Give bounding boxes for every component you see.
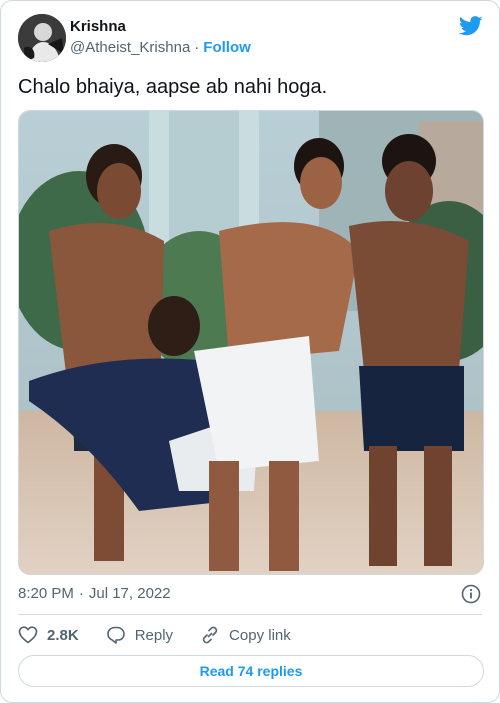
author-handle-row: @Atheist_Krishna · Follow — [70, 39, 251, 56]
info-icon[interactable] — [461, 584, 481, 604]
reply-button[interactable]: Reply — [106, 625, 173, 645]
tweet-time: 8:20 PM — [18, 585, 74, 602]
like-count: 2.8K — [47, 626, 79, 644]
tweet-card: Krishna @Atheist_Krishna · Follow Chalo bh… — [0, 0, 500, 703]
avatar[interactable] — [18, 14, 66, 62]
tweet-date: Jul 17, 2022 — [88, 585, 171, 602]
read-replies-button[interactable]: Read 74 replies — [18, 655, 484, 687]
tweet-timestamp[interactable]: 8:20 PM · Jul 17, 2022 — [18, 585, 171, 602]
author-name[interactable]: Krishna — [70, 18, 126, 35]
link-icon — [202, 626, 218, 644]
author-handle[interactable]: @Atheist_Krishna — [70, 39, 190, 56]
divider — [18, 614, 482, 615]
reply-bubble-icon — [106, 626, 125, 644]
action-bar: 2.8K Reply Copy link — [18, 623, 318, 647]
heart-icon — [18, 626, 38, 644]
tweet-photo[interactable] — [18, 110, 484, 575]
reply-label: Reply — [134, 626, 174, 644]
separator-dot: · — [78, 585, 84, 602]
like-button[interactable]: 2.8K — [18, 625, 79, 645]
copy-link-label: Copy link — [229, 626, 291, 644]
tweet-text: Chalo bhaiya, aapse ab nahi hoga. — [18, 76, 328, 98]
twitter-bird-icon[interactable] — [459, 15, 483, 37]
follow-button[interactable]: Follow — [203, 39, 251, 56]
copy-link-button[interactable]: Copy link — [200, 625, 291, 645]
separator-dot: · — [194, 39, 200, 56]
